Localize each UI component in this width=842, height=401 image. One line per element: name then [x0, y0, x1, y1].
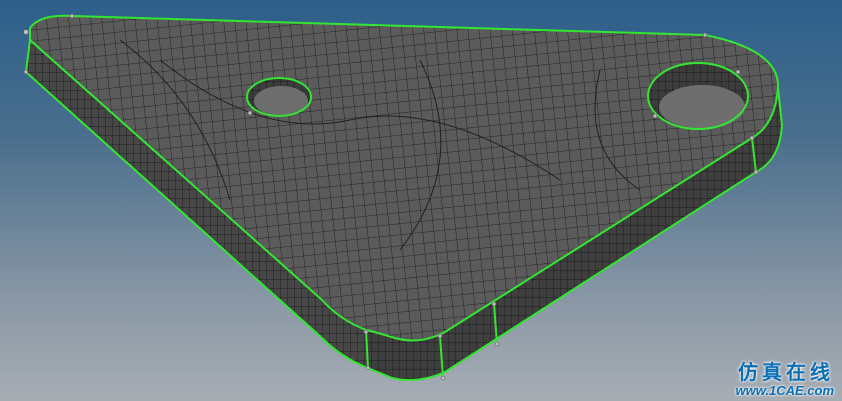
- watermark: 仿真在线 www.1CAE.com: [736, 362, 834, 397]
- watermark-brand: 仿真在线: [738, 360, 834, 384]
- watermark-url: www.1CAE.com: [735, 383, 834, 398]
- mesh-model-view[interactable]: [0, 0, 842, 401]
- hole-small: [246, 77, 312, 117]
- graphics-viewport[interactable]: 仿真在线 www.1CAE.com: [0, 0, 842, 401]
- hole-large: [647, 62, 749, 130]
